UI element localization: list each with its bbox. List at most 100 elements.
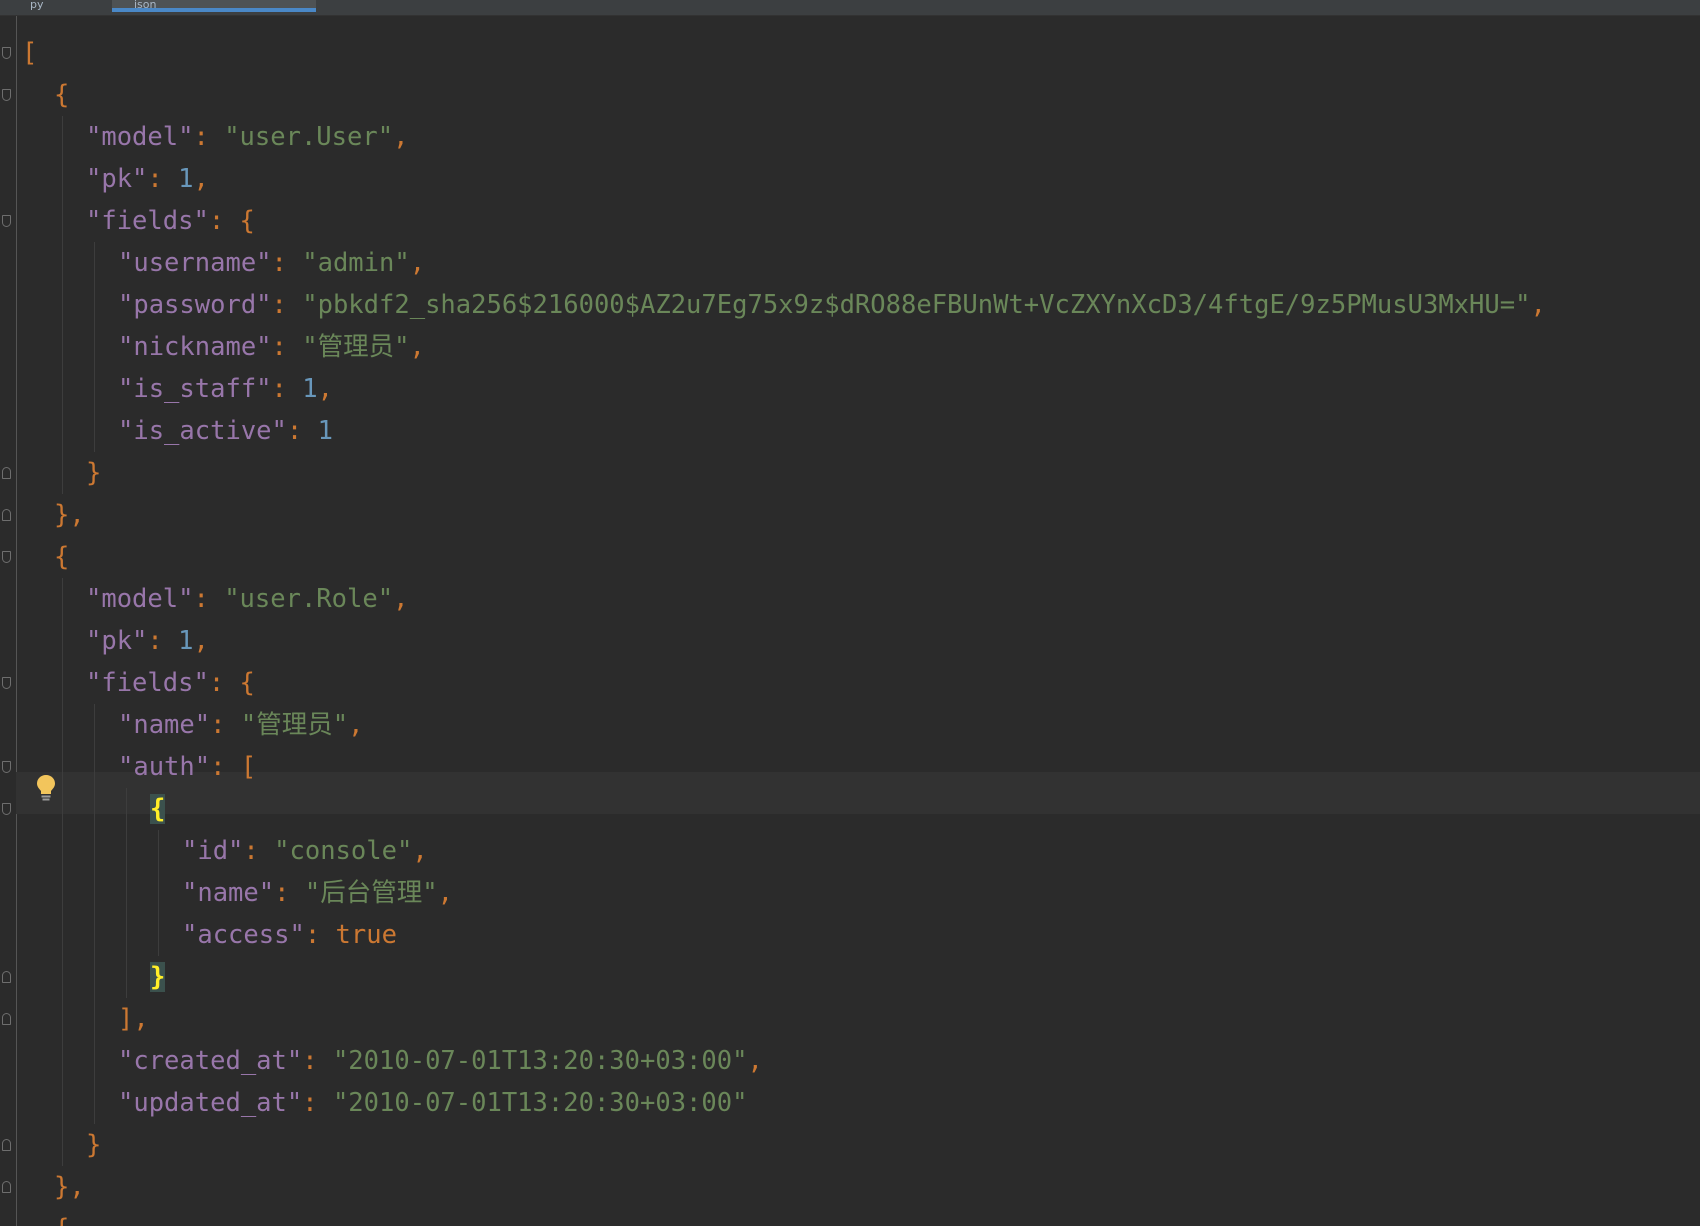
code-token: "password" [118,290,272,320]
fold-open-icon[interactable] [2,89,11,101]
lightbulb-icon[interactable] [34,773,58,803]
code-token: : [271,290,303,320]
code-token: : [193,584,225,614]
indent-guide [62,578,63,620]
code-token: "name" [118,710,211,740]
indent-guide [62,284,63,326]
code-token: : [208,668,240,698]
editor-tab-bar: py json [0,0,1700,16]
indent-guide [62,368,63,410]
fold-close-icon[interactable] [2,467,11,479]
code-token: "pbkdf2_sha256$216000$AZ2u7Eg75x9z$dRO88… [302,290,1531,320]
fold-open-icon[interactable] [2,47,11,59]
code-line: "nickname": "管理员", [118,326,425,368]
fold-open-icon[interactable] [2,551,11,563]
code-line: "model": "user.Role", [86,578,408,620]
code-token: { [54,80,70,110]
code-line: "updated_at": "2010-07-01T13:20:30+03:00… [118,1082,747,1124]
indent-guide [158,872,159,914]
fold-open-icon[interactable] [2,215,11,227]
indent-guide [158,830,159,872]
fold-open-icon[interactable] [2,677,11,689]
code-token: : [208,206,240,236]
code-token: "pk" [86,626,148,656]
indent-guide [62,830,63,872]
code-token: : [193,122,225,152]
tab-py-file[interactable]: py [30,0,70,12]
indent-guide [62,746,63,788]
fold-close-icon[interactable] [2,1139,11,1151]
code-token: { [239,206,255,236]
code-token: : [147,164,179,194]
code-token: [ [240,752,257,782]
indent-guide [94,956,95,998]
code-token: , [409,332,425,362]
indent-guide [126,788,127,830]
code-token: "console" [274,836,413,866]
code-token: : [210,752,241,782]
code-token: "model" [86,584,194,614]
code-token: "auth" [118,752,211,782]
tab-json-file-active[interactable]: json [112,0,316,12]
code-line: "fields": { [86,200,255,242]
indent-guide [94,830,95,872]
indent-guide [94,242,95,284]
code-line: } [86,452,101,494]
indent-guide [62,1124,63,1166]
fold-close-icon[interactable] [2,509,11,521]
code-line: ], [118,998,149,1040]
indent-guide [94,326,95,368]
code-line: }, [54,1166,85,1208]
code-token: } [54,1172,70,1202]
code-token: , [409,248,426,278]
code-token: { [150,794,166,824]
indent-guide [62,620,63,662]
code-token: , [393,122,409,152]
fold-open-icon[interactable] [2,761,11,773]
code-line: "access": true [182,914,397,956]
code-line: "is_active": 1 [118,410,333,452]
code-token: { [239,668,255,698]
code-token: [ [22,38,38,68]
fold-close-icon[interactable] [2,971,11,983]
code-token: , [437,878,453,908]
indent-guide [62,788,63,830]
code-line: "created_at": "2010-07-01T13:20:30+03:00… [118,1040,763,1082]
code-token: { [54,542,70,572]
indent-guide [62,704,63,746]
indent-guide [62,326,63,368]
code-token: "管理员" [240,710,349,740]
code-token: : [271,374,303,404]
indent-guide [126,872,127,914]
code-token: } [86,1130,102,1160]
code-line: "model": "user.User", [86,116,408,158]
code-token: "pk" [86,164,148,194]
code-token: : [243,836,275,866]
code-token: , [348,710,364,740]
indent-guide [62,116,63,158]
fold-open-icon[interactable] [2,803,11,815]
code-token: "user.User" [224,122,394,152]
code-token: "access" [182,920,305,950]
indent-guide [62,158,63,200]
code-editor[interactable]: [{"model": "user.User", "pk": 1, "fields":… [16,16,1700,1226]
fold-close-icon[interactable] [2,1181,11,1193]
indent-guide [94,284,95,326]
indent-guide [94,368,95,410]
code-line: } [86,1124,101,1166]
code-token: : [302,1046,333,1076]
code-token: 1 [178,626,194,656]
code-line: "pk": 1, [86,158,209,200]
code-token: , [193,164,209,194]
indent-guide [94,788,95,830]
indent-guide [62,1082,63,1124]
code-token: , [317,374,333,404]
indent-guide [126,914,127,956]
indent-guide [62,1040,63,1082]
code-token: } [54,500,70,530]
indent-guide [94,872,95,914]
code-line: "name": "管理员", [118,704,363,746]
code-token: : [271,248,303,278]
fold-close-icon[interactable] [2,1013,11,1025]
code-token: "username" [118,248,272,278]
